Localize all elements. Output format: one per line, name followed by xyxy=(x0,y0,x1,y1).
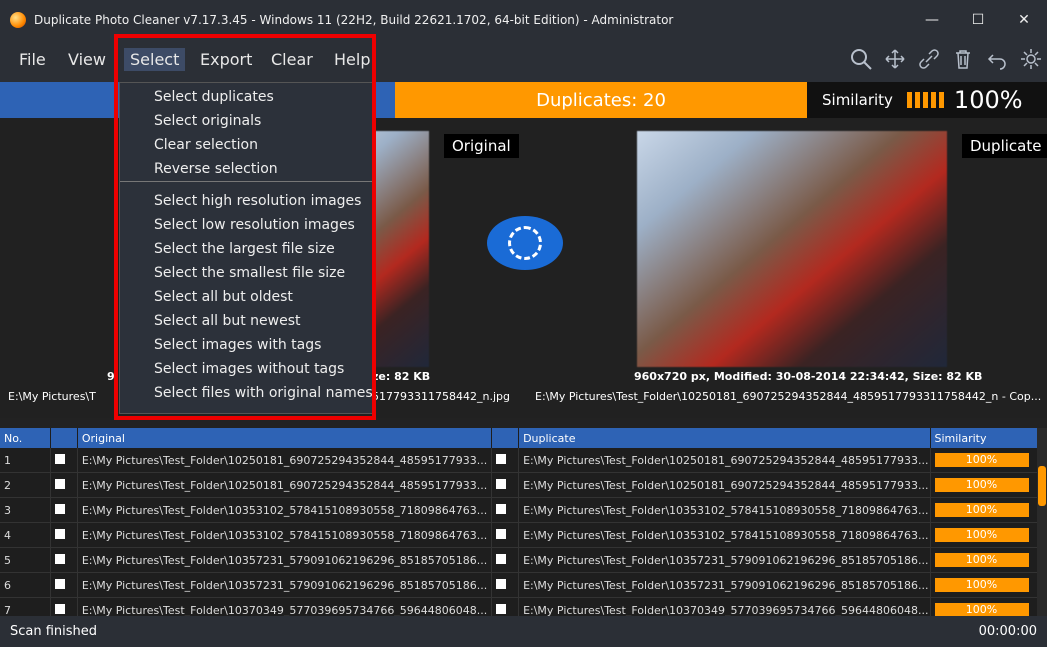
swap-button[interactable] xyxy=(487,216,563,270)
toolbar xyxy=(849,47,1043,71)
trash-icon[interactable] xyxy=(951,47,975,71)
similarity-bars xyxy=(906,92,944,108)
duplicate-checkbox[interactable] xyxy=(495,603,506,614)
duplicate-path: E:\My Pictures\Test_Folder\10353102_5784… xyxy=(518,522,931,548)
similarity-bar xyxy=(922,92,928,108)
swap-icon xyxy=(508,226,542,260)
table-row[interactable]: 3 E:\My Pictures\Test_Folder\10353102_578… xyxy=(0,497,1040,523)
original-checkbox[interactable] xyxy=(54,478,65,489)
original-label: Original xyxy=(444,134,519,158)
original-path: E:\My Pictures\Test_Folder\10250181_6907… xyxy=(77,448,492,473)
duplicate-path: E:\My Pictures\Test_Folder\10357231_5790… xyxy=(518,572,931,598)
col-similarity[interactable]: Similarity xyxy=(930,428,1040,448)
duplicate-label: Duplicate xyxy=(962,134,1047,158)
link-icon[interactable] xyxy=(917,47,941,71)
duplicate-checkbox[interactable] xyxy=(495,578,506,589)
red-highlight-box xyxy=(114,34,376,420)
results-table: No. Original Duplicate Similarity 1 E:\My… xyxy=(0,428,1047,623)
window-title: Duplicate Photo Cleaner v7.17.3.45 - Win… xyxy=(34,13,674,27)
original-checkbox[interactable] xyxy=(54,603,65,614)
duplicates-count-bar: Duplicates: 20 xyxy=(395,82,807,118)
original-checkbox[interactable] xyxy=(54,528,65,539)
move-icon[interactable] xyxy=(883,47,907,71)
col-original[interactable]: Original xyxy=(77,428,492,448)
col-check-duplicate xyxy=(491,428,520,448)
table-row[interactable]: 1 E:\My Pictures\Test_Folder\10250181_690… xyxy=(0,448,1040,473)
original-size-partial: ze: 82 KB xyxy=(372,370,431,383)
duplicate-info: 960x720 px, Modified: 30-08-2014 22:34:4… xyxy=(634,370,983,383)
original-path: E:\My Pictures\Test_Folder\10357231_5790… xyxy=(77,572,492,598)
table-row[interactable]: 2 E:\My Pictures\Test_Folder\10250181_690… xyxy=(0,472,1040,498)
table-row[interactable]: 5 E:\My Pictures\Test_Folder\10357231_579… xyxy=(0,547,1040,573)
duplicate-path: E:\My Pictures\Test_Folder\10353102_5784… xyxy=(518,497,931,523)
duplicate-path: E:\My Pictures\Test_Folder\10250181_6907… xyxy=(518,472,931,498)
table-row[interactable]: 4 E:\My Pictures\Test_Folder\10353102_578… xyxy=(0,522,1040,548)
original-path-partial: E:\My Pictures\T xyxy=(8,390,96,403)
status-bar: Scan finished 00:00:00 xyxy=(0,616,1047,647)
original-file-partial: 517793311758442_n.jpg xyxy=(372,390,510,403)
duplicate-checkbox[interactable] xyxy=(495,478,506,489)
similarity-cell: 100% xyxy=(934,478,1029,492)
row-number: 2 xyxy=(0,472,51,498)
similarity-bar xyxy=(906,92,912,108)
col-check-original xyxy=(50,428,78,448)
original-checkbox[interactable] xyxy=(54,453,65,464)
similarity-bar xyxy=(930,92,936,108)
maximize-button[interactable]: ☐ xyxy=(955,0,1001,40)
similarity-cell: 100% xyxy=(934,553,1029,567)
menu-view[interactable]: View xyxy=(68,50,106,69)
duplicate-photo[interactable] xyxy=(637,131,947,367)
search-icon[interactable] xyxy=(849,47,873,71)
minimize-button[interactable]: — xyxy=(909,0,955,40)
app-logo-icon xyxy=(10,12,26,28)
similarity-cell: 100% xyxy=(934,603,1029,617)
duplicates-count: Duplicates: 20 xyxy=(536,89,666,111)
scroll-thumb[interactable] xyxy=(1038,466,1046,506)
original-path: E:\My Pictures\Test_Folder\10353102_5784… xyxy=(77,522,492,548)
menu-file[interactable]: File xyxy=(19,50,46,69)
original-checkbox[interactable] xyxy=(54,553,65,564)
row-number: 4 xyxy=(0,522,51,548)
status-text: Scan finished xyxy=(10,624,98,639)
similarity-bar xyxy=(938,92,944,108)
original-path: E:\My Pictures\Test_Folder\10250181_6907… xyxy=(77,472,492,498)
col-duplicate[interactable]: Duplicate xyxy=(518,428,931,448)
table-row[interactable]: 6 E:\My Pictures\Test_Folder\10357231_579… xyxy=(0,572,1040,598)
similarity-label: Similarity xyxy=(822,91,893,109)
similarity-value: 100% xyxy=(953,86,1023,114)
duplicate-checkbox[interactable] xyxy=(495,453,506,464)
undo-icon[interactable] xyxy=(985,47,1009,71)
original-path: E:\My Pictures\Test_Folder\10357231_5790… xyxy=(77,547,492,573)
duplicate-path: E:\My Pictures\Test_Folder\10250181_6907… xyxy=(535,390,1042,403)
duplicate-checkbox[interactable] xyxy=(495,503,506,514)
original-checkbox[interactable] xyxy=(54,578,65,589)
row-number: 3 xyxy=(0,497,51,523)
row-number: 6 xyxy=(0,572,51,598)
row-number: 1 xyxy=(0,448,51,473)
similarity-indicator: Similarity 100% xyxy=(807,82,1047,118)
duplicate-checkbox[interactable] xyxy=(495,528,506,539)
original-checkbox[interactable] xyxy=(54,503,65,514)
similarity-cell: 100% xyxy=(934,528,1029,542)
col-no[interactable]: No. xyxy=(0,428,51,448)
gear-icon[interactable] xyxy=(1019,47,1043,71)
window-controls: — ☐ ✕ xyxy=(909,0,1047,40)
similarity-bar xyxy=(914,92,920,108)
duplicate-path: E:\My Pictures\Test_Folder\10357231_5790… xyxy=(518,547,931,573)
similarity-cell: 100% xyxy=(934,578,1029,592)
row-number: 5 xyxy=(0,547,51,573)
table-scrollbar[interactable] xyxy=(1037,428,1047,616)
status-timer: 00:00:00 xyxy=(978,624,1037,639)
duplicate-checkbox[interactable] xyxy=(495,553,506,564)
original-path: E:\My Pictures\Test_Folder\10353102_5784… xyxy=(77,497,492,523)
similarity-cell: 100% xyxy=(934,453,1029,467)
close-button[interactable]: ✕ xyxy=(1001,0,1047,40)
similarity-cell: 100% xyxy=(934,503,1029,517)
duplicate-path: E:\My Pictures\Test_Folder\10250181_6907… xyxy=(518,448,931,473)
